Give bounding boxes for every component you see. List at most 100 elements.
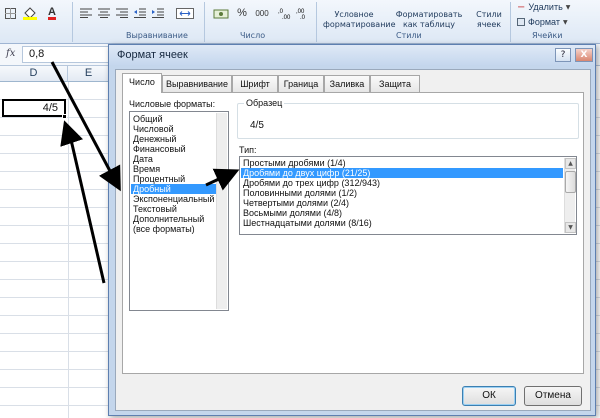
format-item-scientific[interactable]: Экспоненциальный bbox=[131, 194, 216, 204]
format-item-date[interactable]: Дата bbox=[131, 154, 216, 164]
function-icon[interactable]: fx bbox=[6, 48, 15, 59]
sample-group: Образец 4/5 bbox=[237, 98, 579, 139]
alignment-group-label: Выравнивание bbox=[126, 31, 188, 40]
increase-decimal-button[interactable]: ,0,00 bbox=[276, 4, 294, 22]
formats-scrollbar[interactable] bbox=[216, 113, 227, 309]
tab-protection[interactable]: Защита bbox=[370, 75, 420, 92]
align-center-icon bbox=[98, 8, 110, 18]
help-icon: ? bbox=[560, 50, 566, 60]
format-item-number[interactable]: Числовой bbox=[131, 124, 216, 134]
delete-cells-button[interactable]: − Удалить ▼ bbox=[516, 0, 582, 14]
number-formats-list[interactable]: Общий Числовой Денежный Финансовый Дата … bbox=[129, 111, 229, 311]
ribbon-separator bbox=[72, 2, 73, 42]
dialog-body: Число Выравнивание Шрифт Граница Заливка… bbox=[115, 69, 591, 411]
format-item-time[interactable]: Время bbox=[131, 164, 216, 174]
ribbon-separator bbox=[510, 2, 511, 42]
increase-decimal-icon: ,0,00 bbox=[278, 9, 291, 19]
font-color-button[interactable]: A bbox=[42, 4, 62, 22]
tab-font[interactable]: Шрифт bbox=[232, 75, 278, 92]
align-right-icon bbox=[116, 8, 128, 18]
delete-cells-label: Удалить bbox=[528, 2, 563, 12]
sample-value: 4/5 bbox=[250, 120, 264, 131]
align-left-button[interactable] bbox=[78, 4, 94, 22]
tab-border[interactable]: Граница bbox=[278, 75, 324, 92]
type-item[interactable]: Дробями до трех цифр (312/943) bbox=[241, 178, 563, 188]
tab-fill[interactable]: Заливка bbox=[324, 75, 370, 92]
tab-number[interactable]: Число bbox=[122, 73, 162, 93]
currency-icon bbox=[213, 9, 229, 18]
format-as-table-label: Форматировать как таблицу bbox=[395, 10, 463, 29]
type-label: Тип: bbox=[239, 145, 257, 155]
type-list[interactable]: Простыми дробями (1/4) Дробями до двух ц… bbox=[239, 156, 577, 235]
conditional-formatting-label: Условное форматирование bbox=[323, 10, 396, 29]
cell-styles-button[interactable]: Стили ячеек bbox=[470, 0, 506, 32]
decrease-indent-icon bbox=[134, 8, 146, 18]
ok-button[interactable]: ОК bbox=[462, 386, 516, 406]
cancel-button[interactable]: Отмена bbox=[524, 386, 582, 406]
fill-bucket-icon bbox=[23, 6, 37, 20]
scroll-down-arrow[interactable]: ▼ bbox=[565, 222, 576, 233]
type-item[interactable]: Четвертыми долями (2/4) bbox=[241, 198, 563, 208]
scroll-thumb[interactable] bbox=[565, 171, 576, 193]
type-item[interactable]: Простыми дробями (1/4) bbox=[241, 158, 563, 168]
type-item[interactable]: Шестнадцатыми долями (8/16) bbox=[241, 218, 563, 228]
type-item[interactable]: Половинными долями (1/2) bbox=[241, 188, 563, 198]
help-button[interactable]: ? bbox=[555, 48, 571, 62]
format-item-percentage[interactable]: Процентный bbox=[131, 174, 216, 184]
type-item[interactable]: Восьмыми долями (4/8) bbox=[241, 208, 563, 218]
format-icon bbox=[517, 18, 525, 26]
column-header-d[interactable]: D bbox=[0, 66, 68, 82]
format-cells-label: Формат bbox=[528, 17, 560, 27]
format-cells-dialog: Формат ячеек ? X Число Выравнивание Шриф… bbox=[108, 44, 596, 416]
svg-text:,00: ,00 bbox=[282, 15, 291, 19]
align-center-button[interactable] bbox=[96, 4, 112, 22]
format-item-fraction[interactable]: Дробный bbox=[131, 184, 216, 194]
align-right-button[interactable] bbox=[114, 4, 130, 22]
cell-styles-label: Стили ячеек bbox=[476, 10, 502, 29]
fill-color-button[interactable] bbox=[20, 4, 40, 22]
sample-label: Образец bbox=[244, 98, 285, 108]
grid-line bbox=[68, 82, 69, 418]
tab-alignment[interactable]: Выравнивание bbox=[162, 75, 232, 92]
thousands-icon: 000 bbox=[255, 8, 269, 18]
dialog-title-bar[interactable]: Формат ячеек ? X bbox=[109, 45, 595, 65]
comma-style-button[interactable]: 000 bbox=[252, 4, 272, 22]
percent-style-button[interactable]: % bbox=[234, 4, 250, 22]
number-group-label: Число bbox=[240, 31, 266, 40]
formula-input[interactable]: 0,8 bbox=[22, 46, 122, 63]
active-cell[interactable]: 4/5 bbox=[2, 99, 66, 117]
format-item-text[interactable]: Текстовый bbox=[131, 204, 216, 214]
percent-icon: % bbox=[237, 7, 247, 19]
ribbon-separator bbox=[204, 2, 205, 42]
styles-group-label: Стили bbox=[396, 31, 422, 40]
font-color-icon: A bbox=[48, 5, 56, 20]
close-button[interactable]: X bbox=[575, 48, 593, 62]
conditional-formatting-button[interactable]: Условное форматирование bbox=[322, 0, 396, 32]
scroll-up-arrow[interactable]: ▲ bbox=[565, 158, 576, 169]
format-as-table-button[interactable]: Форматировать как таблицу bbox=[388, 0, 468, 32]
ribbon-separator bbox=[316, 2, 317, 42]
format-cells-button[interactable]: Формат ▼ bbox=[516, 15, 582, 29]
column-header-e[interactable]: E bbox=[68, 66, 110, 82]
format-item-accounting[interactable]: Финансовый bbox=[131, 144, 216, 154]
type-item[interactable]: Дробями до двух цифр (21/25) bbox=[241, 168, 563, 178]
delete-rows-icon: − bbox=[517, 1, 526, 13]
cells-group-label: Ячейки bbox=[532, 31, 563, 40]
format-item-general[interactable]: Общий bbox=[131, 114, 216, 124]
format-item-special[interactable]: Дополнительный bbox=[131, 214, 216, 224]
fill-handle[interactable] bbox=[62, 114, 67, 119]
ribbon: A Выравнивание % 000 ,0,00 ,00,0 Число У… bbox=[0, 0, 600, 44]
decrease-decimal-icon: ,00,0 bbox=[296, 9, 306, 19]
type-list-scrollbar[interactable]: ▲ ▼ bbox=[564, 158, 576, 233]
dialog-title: Формат ячеек bbox=[117, 49, 188, 61]
format-item-custom[interactable]: (все форматы) bbox=[131, 224, 216, 234]
decrease-indent-button[interactable] bbox=[132, 4, 148, 22]
close-icon: X bbox=[580, 50, 588, 60]
borders-button[interactable] bbox=[2, 4, 18, 22]
format-item-currency[interactable]: Денежный bbox=[131, 134, 216, 144]
accounting-format-button[interactable] bbox=[210, 4, 232, 22]
increase-indent-icon bbox=[152, 8, 164, 18]
increase-indent-button[interactable] bbox=[150, 4, 166, 22]
decrease-decimal-button[interactable]: ,00,0 bbox=[294, 4, 312, 22]
merge-center-button[interactable] bbox=[172, 4, 198, 22]
